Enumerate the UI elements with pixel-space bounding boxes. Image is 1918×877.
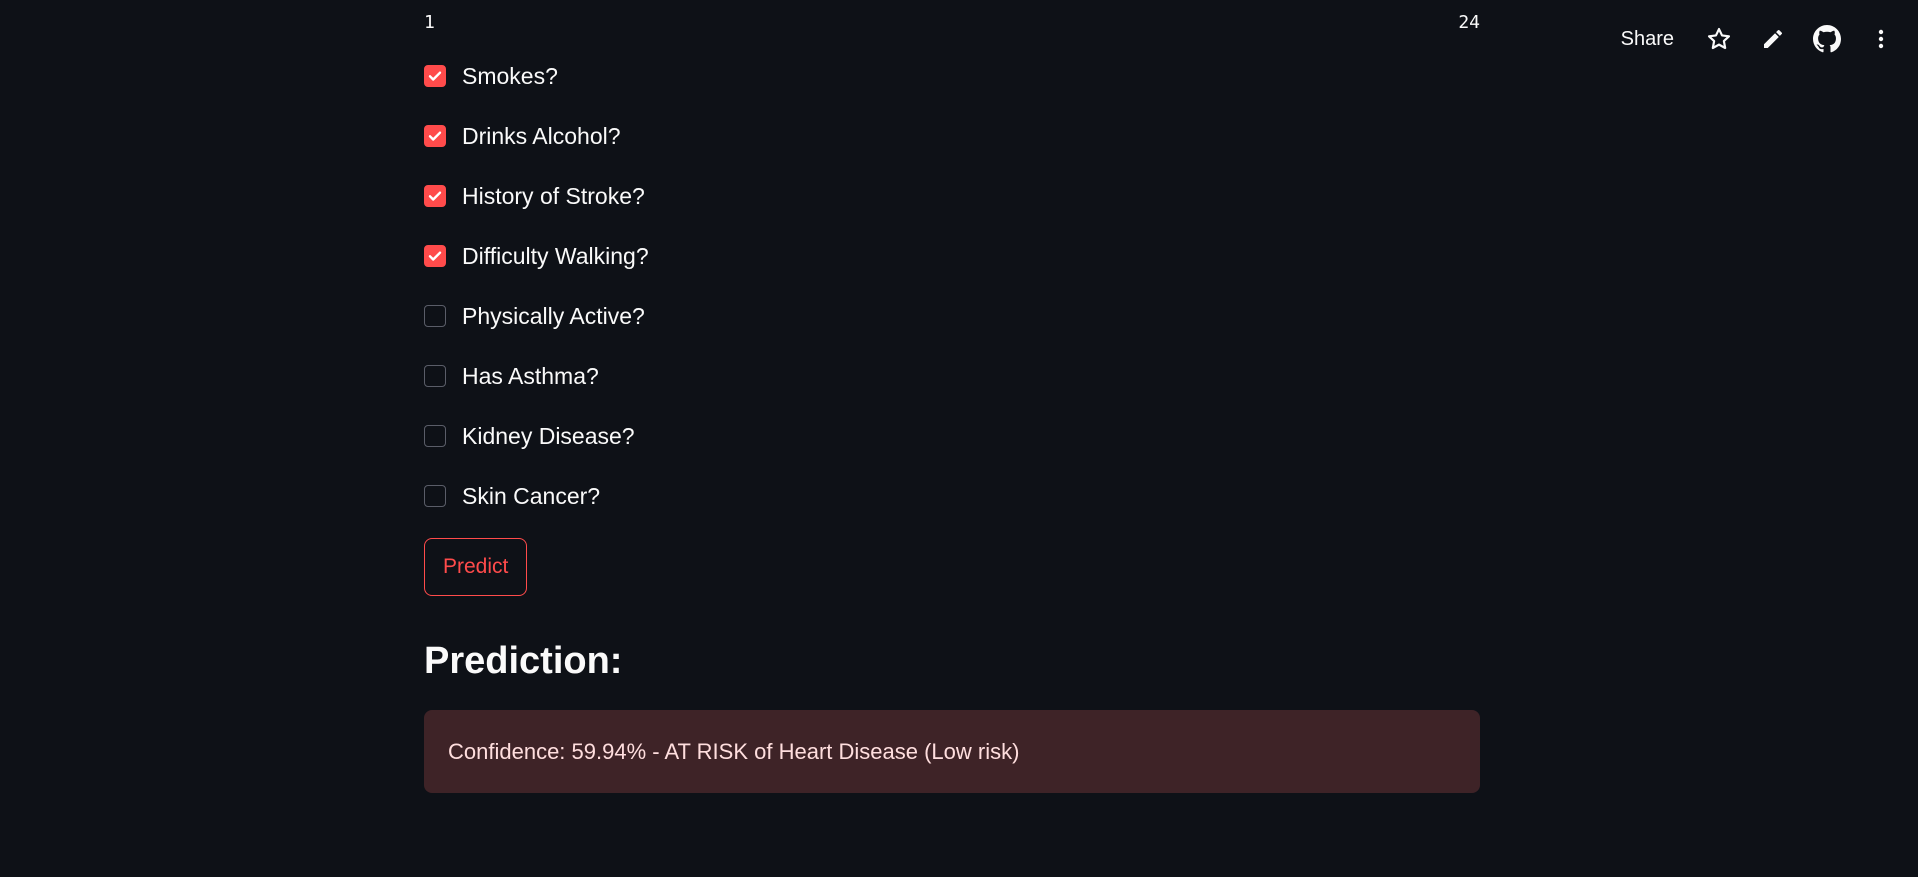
checkbox-label: History of Stroke? bbox=[462, 182, 645, 209]
checkbox-checked[interactable] bbox=[424, 125, 446, 147]
checkbox-row[interactable]: History of Stroke? bbox=[424, 166, 1480, 226]
checkbox-label: Smokes? bbox=[462, 62, 558, 89]
slider-range-labels: 1 24 bbox=[424, 0, 1480, 46]
checkbox-checked[interactable] bbox=[424, 65, 446, 87]
checkbox-checked[interactable] bbox=[424, 245, 446, 267]
star-icon[interactable] bbox=[1698, 18, 1740, 60]
github-icon[interactable] bbox=[1806, 18, 1848, 60]
checkbox-label: Difficulty Walking? bbox=[462, 242, 649, 269]
checkbox-label: Skin Cancer? bbox=[462, 482, 601, 509]
slider-max-label: 24 bbox=[1458, 12, 1480, 33]
checkmark-icon bbox=[428, 71, 442, 81]
checkbox-checked[interactable] bbox=[424, 185, 446, 207]
checkbox-row[interactable]: Smokes? bbox=[424, 46, 1480, 106]
pencil-icon[interactable] bbox=[1752, 18, 1794, 60]
checkbox-row[interactable]: Physically Active? bbox=[424, 286, 1480, 346]
checkbox-unchecked[interactable] bbox=[424, 485, 446, 507]
checkmark-icon bbox=[428, 251, 442, 261]
checkbox-unchecked[interactable] bbox=[424, 425, 446, 447]
checkmark-icon bbox=[428, 131, 442, 141]
checkbox-unchecked[interactable] bbox=[424, 365, 446, 387]
checkbox-row[interactable]: Drinks Alcohol? bbox=[424, 106, 1480, 166]
more-vertical-icon[interactable] bbox=[1860, 18, 1902, 60]
checkbox-label: Has Asthma? bbox=[462, 362, 599, 389]
checkbox-row[interactable]: Difficulty Walking? bbox=[424, 226, 1480, 286]
checkbox-label: Physically Active? bbox=[462, 302, 645, 329]
prediction-result-alert: Confidence: 59.94% - AT RISK of Heart Di… bbox=[424, 710, 1480, 793]
checkbox-row[interactable]: Skin Cancer? bbox=[424, 466, 1480, 526]
prediction-result-text: Confidence: 59.94% - AT RISK of Heart Di… bbox=[448, 738, 1020, 764]
checkbox-row[interactable]: Has Asthma? bbox=[424, 346, 1480, 406]
checkbox-unchecked[interactable] bbox=[424, 305, 446, 327]
checkbox-label: Drinks Alcohol? bbox=[462, 122, 621, 149]
checkbox-label: Kidney Disease? bbox=[462, 422, 635, 449]
slider-min-label: 1 bbox=[424, 12, 435, 33]
share-button[interactable]: Share bbox=[1609, 28, 1686, 51]
prediction-heading: Prediction: bbox=[424, 640, 623, 682]
checkbox-list: Smokes? Drinks Alcohol? History of Stroke?… bbox=[424, 46, 1480, 526]
checkbox-row[interactable]: Kidney Disease? bbox=[424, 406, 1480, 466]
app-toolbar: Share bbox=[1609, 18, 1902, 60]
app-page: Share 1 24 Smokes? Drinks Alcohol? Histo… bbox=[0, 0, 1918, 877]
main-content: 1 24 Smokes? Drinks Alcohol? History of St… bbox=[424, 0, 1480, 793]
checkmark-icon bbox=[428, 191, 442, 201]
predict-button[interactable]: Predict bbox=[424, 538, 528, 596]
